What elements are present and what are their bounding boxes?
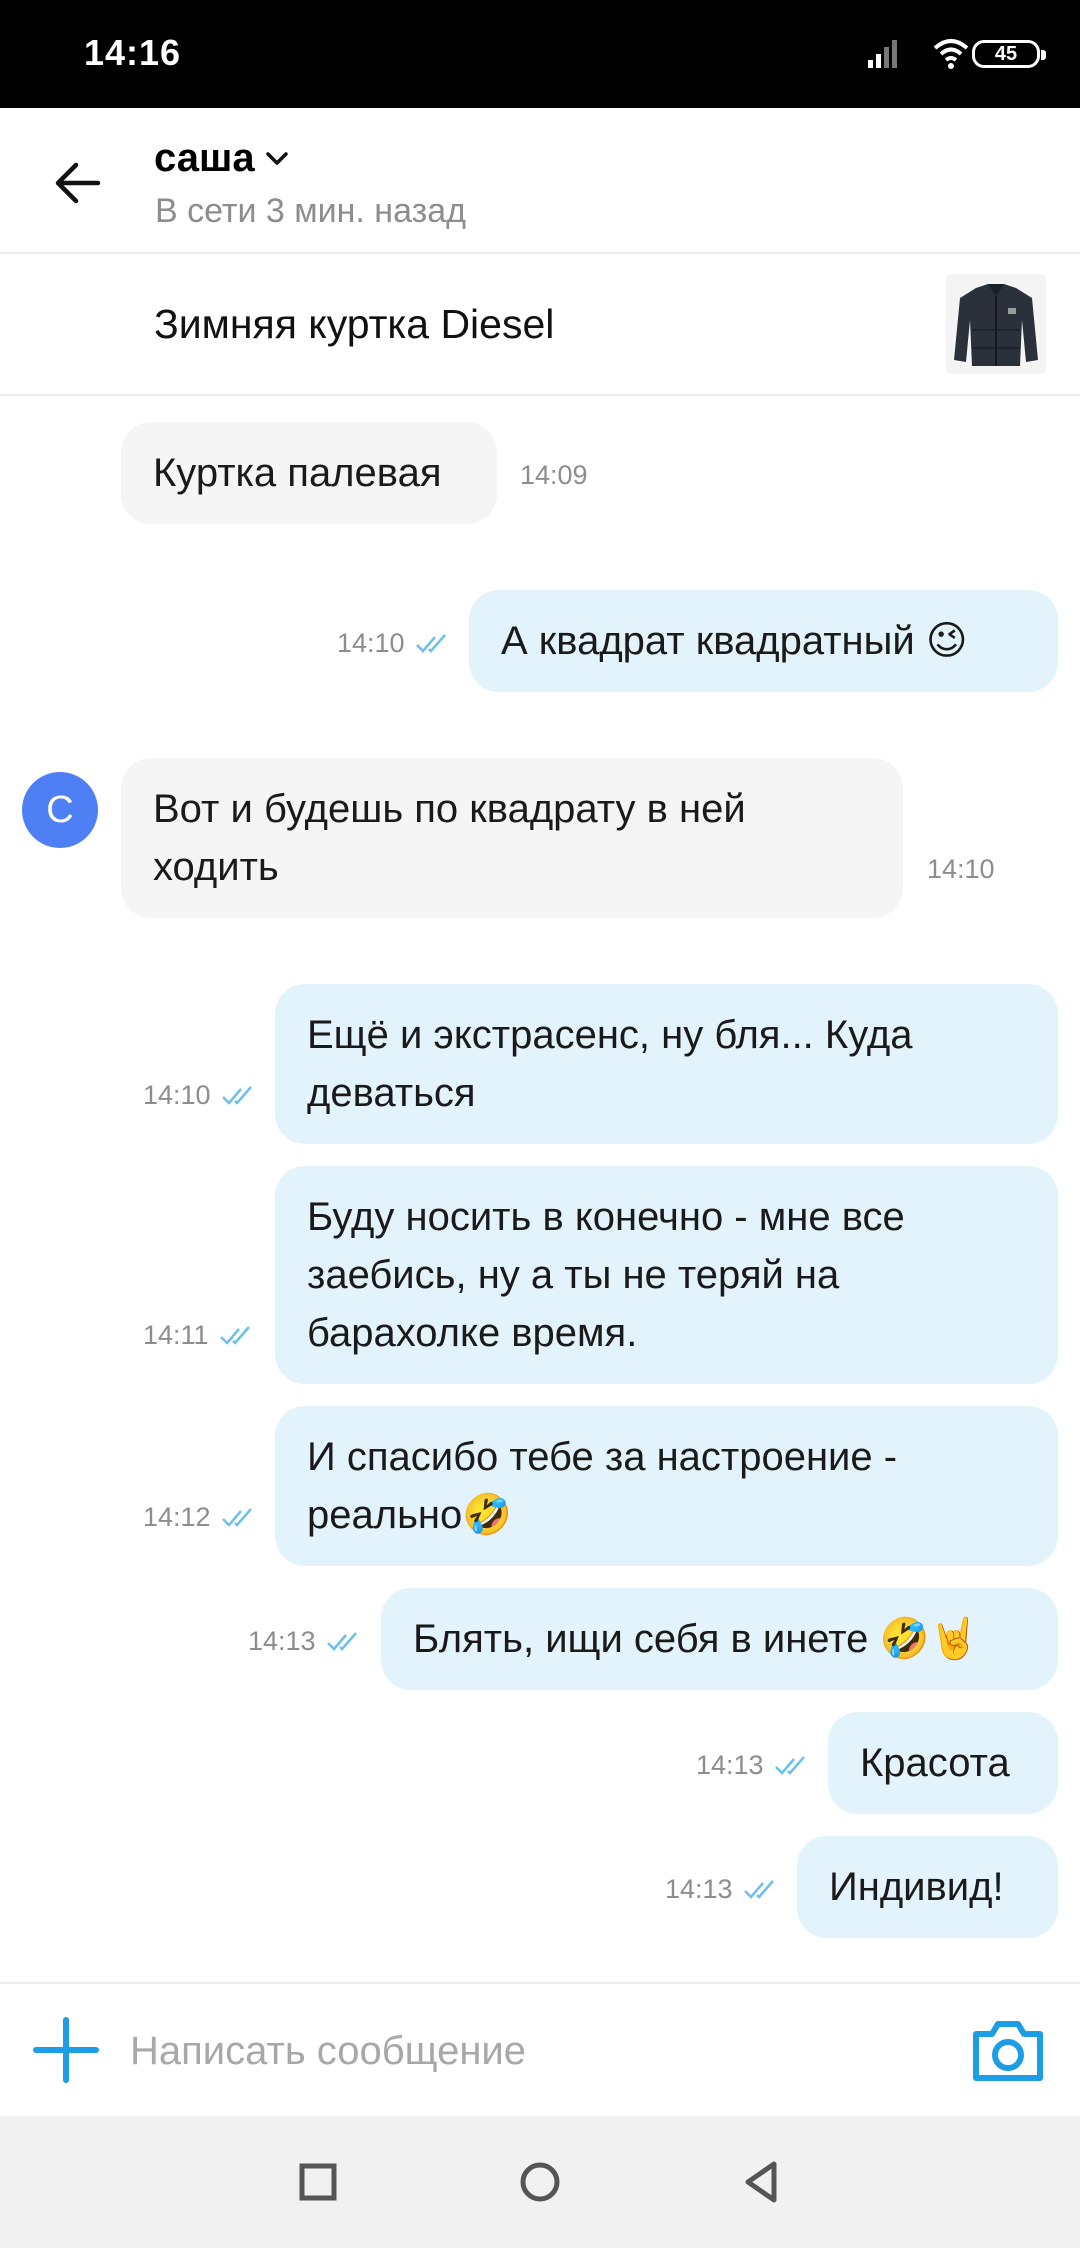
message-time: 14:10: [337, 628, 453, 659]
battery-icon: 45: [972, 40, 1046, 68]
message-text: Индивид!: [829, 1865, 1004, 1909]
back-nav-button[interactable]: [736, 2156, 788, 2208]
chat-header: саша В сети 3 мин. назад: [0, 108, 1080, 254]
message-time: 14:13: [248, 1626, 364, 1657]
message-text: И спасибо тебе за настроение -: [307, 1435, 898, 1479]
message-text: Ещё и экстрасенс, ну бля... Куда: [307, 1013, 913, 1057]
read-ticks-icon: [326, 1631, 357, 1651]
contact-status: В сети 3 мин. назад: [155, 192, 466, 230]
message-bubble-outgoing[interactable]: Блять, ищи себя в инете 🤣🤘: [381, 1588, 1058, 1690]
message-time: 14:13: [696, 1750, 812, 1781]
jacket-image: [946, 274, 1046, 374]
read-ticks-icon: [743, 1879, 774, 1899]
camera-button[interactable]: [966, 2008, 1050, 2092]
message-text: Буду носить в конечно - мне все: [307, 1195, 905, 1239]
message-text: ходить: [153, 845, 279, 889]
message-time: 14:10: [927, 854, 995, 884]
camera-icon: [973, 2021, 1043, 2081]
listing-card[interactable]: Зимняя куртка Diesel: [0, 254, 1080, 396]
back-button[interactable]: [40, 152, 114, 214]
status-bar: 14:16 45: [0, 0, 1080, 108]
message-text: барахолке время.: [307, 1311, 638, 1355]
message-time: 14:13: [665, 1874, 781, 1905]
message-bubble-outgoing[interactable]: А квадрат квадратный 😉: [469, 590, 1058, 692]
status-time: 14:16: [84, 32, 182, 73]
read-ticks-icon: [221, 1507, 252, 1527]
message-composer: [0, 1982, 1080, 2116]
plus-icon: [33, 2017, 99, 2083]
message-bubble-outgoing[interactable]: И спасибо тебе за настроение - реально🤣: [275, 1406, 1058, 1566]
avatar[interactable]: С: [22, 772, 98, 848]
contact-name-dropdown[interactable]: саша: [154, 136, 289, 181]
message-bubble-outgoing[interactable]: Индивид!: [797, 1836, 1058, 1938]
read-ticks-icon: [219, 1325, 250, 1345]
read-ticks-icon: [415, 633, 446, 653]
read-ticks-icon: [221, 1085, 252, 1105]
message-text: Вот и будешь по квадрату в ней: [153, 787, 746, 831]
message-time: 14:09: [520, 460, 588, 490]
attach-button[interactable]: [30, 2014, 102, 2086]
message-text: Куртка палевая: [153, 451, 442, 495]
message-text: реально🤣: [307, 1493, 513, 1537]
home-button[interactable]: [514, 2156, 566, 2208]
message-bubble-outgoing[interactable]: Ещё и экстрасенс, ну бля... Куда деватьс…: [275, 984, 1058, 1144]
contact-name: саша: [154, 136, 255, 180]
message-time: 14:10: [143, 1080, 259, 1111]
message-list[interactable]: Куртка палевая 14:09 А квадрат квадратны…: [0, 398, 1080, 1982]
message-text: Красота: [860, 1741, 1010, 1785]
read-ticks-icon: [774, 1755, 805, 1775]
circle-icon: [520, 2162, 560, 2202]
message-time: 14:12: [143, 1502, 259, 1533]
message-text: Блять, ищи себя в инете 🤣🤘: [413, 1617, 980, 1661]
message-bubble-incoming[interactable]: Вот и будешь по квадрату в ней ходить: [121, 758, 903, 918]
message-bubble-outgoing[interactable]: Красота: [828, 1712, 1058, 1814]
listing-title: Зимняя куртка Diesel: [154, 301, 555, 347]
message-bubble-outgoing[interactable]: Буду носить в конечно - мне все заебись,…: [275, 1166, 1058, 1384]
recents-button[interactable]: [292, 2156, 344, 2208]
listing-thumbnail: [946, 274, 1046, 374]
message-text: заебись, ну а ты не теряй на: [307, 1253, 840, 1297]
chevron-down-icon: [265, 151, 288, 165]
message-input[interactable]: [130, 2012, 930, 2090]
square-icon: [299, 2163, 337, 2201]
arrow-left-icon: [55, 162, 101, 204]
message-time: 14:11: [143, 1320, 257, 1351]
message-bubble-incoming[interactable]: Куртка палевая: [121, 422, 497, 524]
wifi-icon: [933, 39, 969, 69]
message-text: А квадрат квадратный 😉: [501, 619, 968, 663]
system-nav-bar: [0, 2116, 1080, 2248]
signal-icon: [868, 40, 897, 68]
message-text: деваться: [307, 1071, 476, 1115]
triangle-back-icon: [745, 2161, 777, 2203]
